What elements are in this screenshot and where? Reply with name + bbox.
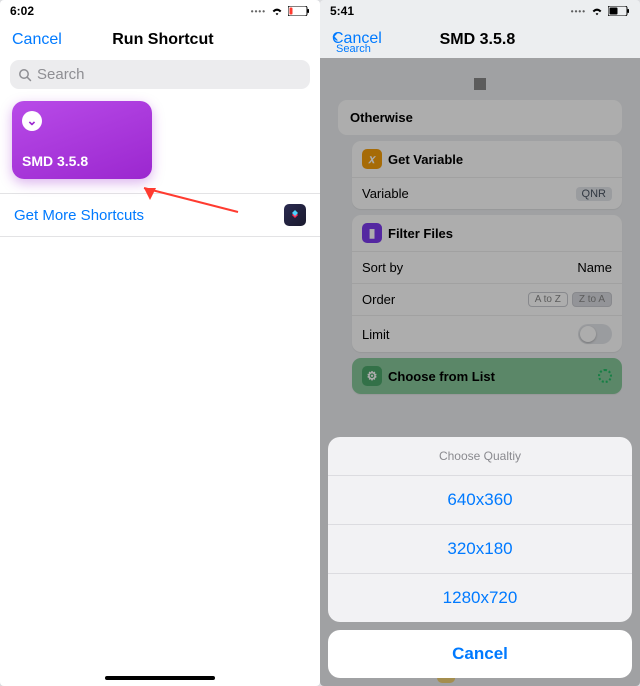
page-title: SMD 3.5.8 <box>440 31 516 49</box>
cancel-button[interactable]: Cancel <box>12 31 62 49</box>
nav-bar: ‹ Search Cancel SMD 3.5.8 <box>320 20 640 60</box>
cell-signal-icon: •••• <box>571 7 586 16</box>
page-title: Run Shortcut <box>112 31 213 49</box>
status-icons: •••• <box>251 6 310 16</box>
cell-signal-icon: •••• <box>251 7 266 16</box>
action-sheet-title: Choose Qualtiy <box>328 437 632 476</box>
battery-icon <box>608 6 630 16</box>
wifi-icon <box>270 6 284 16</box>
nav-bar: Cancel Run Shortcut <box>0 20 320 60</box>
right-screenshot: 5:41 •••• ‹ Search Cancel SMD 3.5.8 Othe… <box>320 0 640 686</box>
status-time: 6:02 <box>10 4 34 18</box>
shortcuts-app-icon <box>284 204 306 226</box>
status-time: 5:41 <box>330 4 354 18</box>
quality-option-2[interactable]: 1280x720 <box>328 574 632 622</box>
cancel-button[interactable]: Cancel <box>332 30 382 48</box>
wifi-icon <box>590 6 604 16</box>
status-bar: 5:41 •••• <box>320 0 640 20</box>
status-bar: 6:02 •••• <box>0 0 320 20</box>
left-screenshot: 6:02 •••• Cancel Run Shortcut Search ⌄ S… <box>0 0 320 686</box>
quality-option-0[interactable]: 640x360 <box>328 476 632 525</box>
search-icon <box>18 68 32 82</box>
battery-low-icon <box>288 6 310 16</box>
action-sheet: Choose Qualtiy 640x360 320x180 1280x720 … <box>328 437 632 678</box>
chevron-down-icon: ⌄ <box>22 111 42 131</box>
action-sheet-cancel[interactable]: Cancel <box>328 630 632 678</box>
search-input[interactable]: Search <box>10 60 310 89</box>
shortcut-name: SMD 3.5.8 <box>22 153 142 169</box>
shortcut-tile[interactable]: ⌄ SMD 3.5.8 <box>12 101 152 179</box>
status-icons: •••• <box>571 6 630 16</box>
quality-option-1[interactable]: 320x180 <box>328 525 632 574</box>
home-indicator[interactable] <box>105 676 215 680</box>
annotation-arrow-icon <box>130 186 240 226</box>
search-placeholder: Search <box>37 66 85 83</box>
get-more-shortcuts-link[interactable]: Get More Shortcuts <box>14 207 144 224</box>
